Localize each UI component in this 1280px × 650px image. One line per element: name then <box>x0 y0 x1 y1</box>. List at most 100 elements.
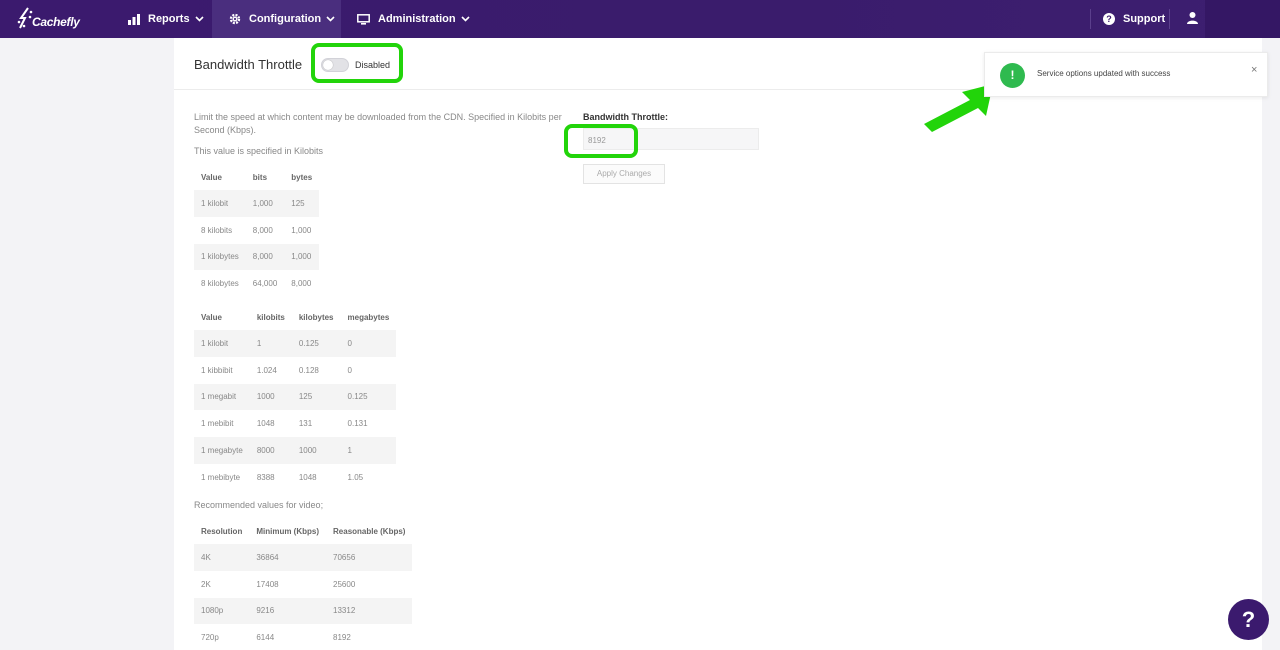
table-cell: 8 kilobits <box>201 225 233 235</box>
table-cell: 1,000 <box>245 190 285 217</box>
table-cell: 125 <box>284 190 320 217</box>
table-cell: 1000 <box>249 383 292 411</box>
table-row: 1 mebibit 1048 131 0.131 <box>194 410 396 437</box>
chevron-down-icon <box>461 16 470 22</box>
table-cell: 8192 <box>333 633 351 643</box>
table-header-row: Resolution Minimum (Kbps) Reasonable (Kbps… <box>194 518 412 544</box>
table-row: 1 kilobit 1 0.125 0 <box>194 330 397 357</box>
column-header: bytes <box>291 172 313 182</box>
page-title: Bandwidth Throttle <box>194 57 303 72</box>
nav-reports[interactable]: Reports <box>128 0 204 38</box>
nav-administration[interactable]: Administration <box>357 0 470 38</box>
user-menu[interactable] <box>1186 0 1199 38</box>
svg-text:?: ? <box>1106 14 1112 24</box>
nav-support-label: Support <box>1123 13 1166 25</box>
apply-changes-button[interactable]: Apply Changes <box>583 164 665 184</box>
table-cell: 1 megabit <box>194 383 250 411</box>
table-cell: 1.024 <box>256 365 277 375</box>
nav-configuration-label: Configuration <box>249 13 322 25</box>
table-cell: 0.125 <box>291 330 341 357</box>
table-cell: 720p <box>201 633 219 643</box>
column-header: kilobytes <box>298 312 334 322</box>
table-row: 4K 36864 70656 <box>194 544 413 571</box>
table-cell: 13312 <box>326 597 413 625</box>
table-cell: 1 megabyte <box>194 437 250 464</box>
table-cell: 1,000 <box>284 243 320 271</box>
table-row: 1 mebibyte 8388 1048 1.05 <box>194 464 396 491</box>
table-cell: 1.05 <box>347 472 364 482</box>
nav-divider <box>1090 9 1091 29</box>
column-header: Reasonable (Kbps) <box>333 526 406 536</box>
table-row: 2K 17408 25600 <box>194 571 412 598</box>
table-cell: 1 kilobytes <box>194 243 246 271</box>
table-row: 1080p 9216 13312 <box>194 597 413 625</box>
table-cell: 1 <box>249 330 292 357</box>
table-cell: 8,000 <box>245 243 285 271</box>
description-text: Limit the speed at which content may be … <box>194 112 562 135</box>
table-row: 8 kilobits 8,000 1,000 <box>194 217 319 244</box>
table-cell: 8,000 <box>252 225 273 235</box>
table-row: 1 megabyte 8000 1000 1 <box>194 437 397 464</box>
nav-configuration[interactable]: Configuration <box>212 0 341 38</box>
table-cell: 8000 <box>249 437 292 464</box>
column-header: kilobits <box>256 312 285 322</box>
table-cell: 70656 <box>326 544 413 571</box>
success-icon: ! <box>1000 63 1025 88</box>
throttle-field-label: Bandwidth Throttle: <box>583 112 668 122</box>
table-cell: 1000 <box>291 437 341 464</box>
table-cell: 1 kilobit <box>194 330 250 357</box>
table-row: 720p 6144 8192 <box>194 624 412 650</box>
table-cell: 0.131 <box>347 419 368 429</box>
table-cell: 1080p <box>194 597 250 625</box>
table-cell: 1 <box>340 437 397 464</box>
column-header: megabytes <box>347 312 390 322</box>
chevron-down-icon <box>326 16 335 22</box>
success-toast: ! Service options updated with success × <box>984 52 1268 97</box>
unit-note: This value is specified in Kilobits <box>194 146 324 156</box>
table-cell: 6144 <box>256 633 275 643</box>
table-cell: 25600 <box>333 579 356 589</box>
table-row: 8 kilobytes 64,000 8,000 <box>194 270 319 297</box>
nav-administration-label: Administration <box>378 13 456 25</box>
toast-message: Service options updated with success <box>1037 69 1171 78</box>
table-row: 1 megabit 1000 125 0.125 <box>194 383 397 411</box>
table-cell: 0.125 <box>340 383 397 411</box>
table-cell: 36864 <box>249 544 327 571</box>
cachefly-logo[interactable]: Cachefly <box>16 6 80 32</box>
table-header-row: Value kilobits kilobytes megabytes <box>194 304 396 330</box>
table-cell: 8 kilobytes <box>201 279 239 289</box>
video-note: Recommended values for video; <box>194 500 324 510</box>
table-header-row: Value bits bytes <box>194 164 319 190</box>
chevron-down-icon <box>194 16 204 22</box>
table-cell: 8388 <box>256 472 275 482</box>
table-cell: 0 <box>347 365 352 375</box>
video-recommendations-table: Resolution Minimum (Kbps) Reasonable (Kbps… <box>194 518 413 650</box>
table-cell: 1048 <box>298 472 317 482</box>
help-button[interactable]: ? <box>1228 599 1269 640</box>
close-icon[interactable]: × <box>1251 64 1257 76</box>
nav-divider <box>1169 9 1170 29</box>
table-cell: 9216 <box>249 597 327 625</box>
table-cell: 2K <box>201 579 211 589</box>
gear-icon <box>229 13 241 25</box>
table-cell: 64,000 <box>252 279 278 289</box>
table-cell: 1 mebibit <box>201 419 234 429</box>
nav-reports-label: Reports <box>148 13 190 25</box>
table-cell: 1,000 <box>291 225 312 235</box>
highlight-box-toggle <box>311 43 403 83</box>
table-cell: 17408 <box>256 579 279 589</box>
chart-icon <box>128 13 140 25</box>
brand-name: Cachefly <box>32 15 80 29</box>
table-cell: 0.128 <box>298 365 319 375</box>
table-cell: 8,000 <box>291 279 312 289</box>
user-account-area[interactable] <box>1205 0 1280 38</box>
main-card: Bandwidth Throttle Disabled Limit the sp… <box>174 38 1262 650</box>
table-row: 1 kilobit 1,000 125 <box>194 190 320 217</box>
column-header: Value <box>201 172 222 182</box>
top-navbar: Cachefly Reports Configuration Administr… <box>0 0 1280 38</box>
column-header: Minimum (Kbps) <box>256 526 320 536</box>
table-cell: 1048 <box>256 419 275 429</box>
nav-support[interactable]: ? Support <box>1103 0 1165 38</box>
question-circle-icon: ? <box>1103 13 1115 25</box>
table-cell: 1 kibbibit <box>201 365 233 375</box>
